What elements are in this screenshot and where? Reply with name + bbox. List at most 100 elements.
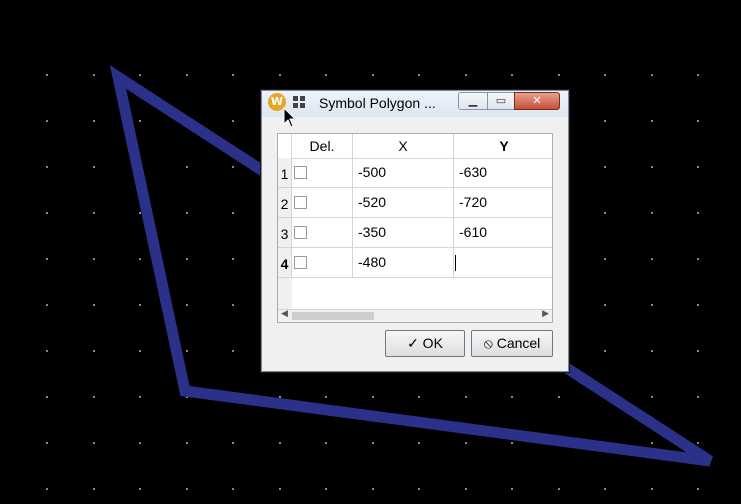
grid-dot (46, 258, 48, 260)
grid-dot (604, 258, 606, 260)
cancel-button[interactable]: ⦸ Cancel (471, 330, 553, 357)
grid-dot (139, 120, 141, 122)
column-header-y[interactable]: Y (454, 134, 552, 158)
grid-dot (651, 442, 653, 444)
delete-cell (292, 158, 353, 188)
table-row: 1 -500 -630 (278, 158, 552, 188)
mouse-pointer-icon (283, 107, 297, 128)
delete-cell (292, 248, 353, 278)
grid-dot (418, 442, 420, 444)
grid-dot (232, 258, 234, 260)
grid-dot (232, 74, 234, 76)
grid-dot (558, 74, 560, 76)
close-button[interactable]: ✕ (514, 92, 560, 110)
grid-dot (372, 396, 374, 398)
y-cell[interactable]: -630 (454, 158, 552, 188)
grid-dot (46, 120, 48, 122)
grid-dot (279, 74, 281, 76)
x-cell[interactable]: -350 (353, 218, 454, 248)
grid-dot (46, 442, 48, 444)
delete-checkbox[interactable] (294, 196, 307, 209)
grid-dot (372, 74, 374, 76)
row-number-header (278, 134, 292, 158)
delete-checkbox[interactable] (294, 226, 307, 239)
grid-dot (604, 350, 606, 352)
grid-dot (697, 258, 699, 260)
grid-dot (651, 350, 653, 352)
grid-dot (511, 396, 513, 398)
grid-dot (697, 304, 699, 306)
grid-dot (325, 396, 327, 398)
grid-dot (651, 166, 653, 168)
grid-dot (697, 166, 699, 168)
grid-dot (186, 212, 188, 214)
grid-dot (46, 166, 48, 168)
y-cell[interactable]: -720 (454, 188, 552, 218)
grid-dot (604, 212, 606, 214)
minimize-button[interactable]: ▁ (458, 92, 488, 110)
y-cell[interactable]: -610 (454, 218, 552, 248)
column-header-x[interactable]: X (353, 134, 454, 158)
grid-dot (279, 396, 281, 398)
row-number: 2 (278, 188, 292, 218)
grid-dot (186, 304, 188, 306)
grid-dot (139, 212, 141, 214)
grid-dot (465, 396, 467, 398)
delete-checkbox[interactable] (294, 256, 307, 269)
scrollbar-thumb[interactable] (292, 312, 374, 320)
grid-dot (279, 488, 281, 490)
title-bar[interactable]: W Symbol Polygon ... ▁ ▭ ✕ (262, 91, 568, 117)
grid-dot (511, 74, 513, 76)
grid-dot (186, 442, 188, 444)
delete-checkbox[interactable] (294, 166, 307, 179)
column-header-del[interactable]: Del. (292, 134, 353, 158)
grid-dot (139, 442, 141, 444)
delete-cell (292, 218, 353, 248)
scroll-left-icon[interactable]: ◀ (281, 309, 288, 319)
scroll-right-icon[interactable]: ▶ (542, 309, 549, 319)
grid-dot (651, 258, 653, 260)
grid-dot (651, 120, 653, 122)
grid-dot (139, 258, 141, 260)
grid-dot (697, 350, 699, 352)
grid-dot (232, 442, 234, 444)
grid-dot (651, 488, 653, 490)
grid-dot (232, 304, 234, 306)
table-header: Del. X Y (278, 134, 552, 159)
grid-dot (46, 212, 48, 214)
grid-dot (93, 488, 95, 490)
grid-dot (325, 442, 327, 444)
grid-dot (465, 74, 467, 76)
grid-dot (46, 74, 48, 76)
row-number-blank (278, 278, 292, 312)
grid-dot (418, 74, 420, 76)
grid-dot (46, 396, 48, 398)
row-number: 1 (278, 158, 292, 188)
x-cell[interactable]: -480 (353, 248, 454, 278)
x-cell[interactable]: -520 (353, 188, 454, 218)
row-number: 3 (278, 218, 292, 248)
grid-dot (186, 166, 188, 168)
grid-dot (372, 442, 374, 444)
grid-dot (93, 166, 95, 168)
x-cell[interactable]: -500 (353, 158, 454, 188)
grid-dot (604, 488, 606, 490)
grid-dot (697, 396, 699, 398)
grid-dot (232, 166, 234, 168)
ok-button[interactable]: ✓ OK (385, 330, 465, 357)
grid-dot (139, 350, 141, 352)
grid-dot (558, 396, 560, 398)
vertex-table: Del. X Y 1 -500 -630 2 -520 -720 3 -350 … (277, 133, 553, 323)
grid-dot (93, 212, 95, 214)
maximize-button[interactable]: ▭ (487, 92, 515, 110)
text-cursor (455, 255, 456, 271)
grid-dot (558, 488, 560, 490)
y-cell-editing[interactable] (454, 248, 552, 278)
grid-dot (511, 442, 513, 444)
grid-dot (93, 258, 95, 260)
grid-dot (139, 396, 141, 398)
grid-dot (697, 120, 699, 122)
grid-dot (46, 488, 48, 490)
horizontal-scrollbar[interactable]: ◀ ▶ (278, 309, 552, 322)
grid-dot (651, 396, 653, 398)
